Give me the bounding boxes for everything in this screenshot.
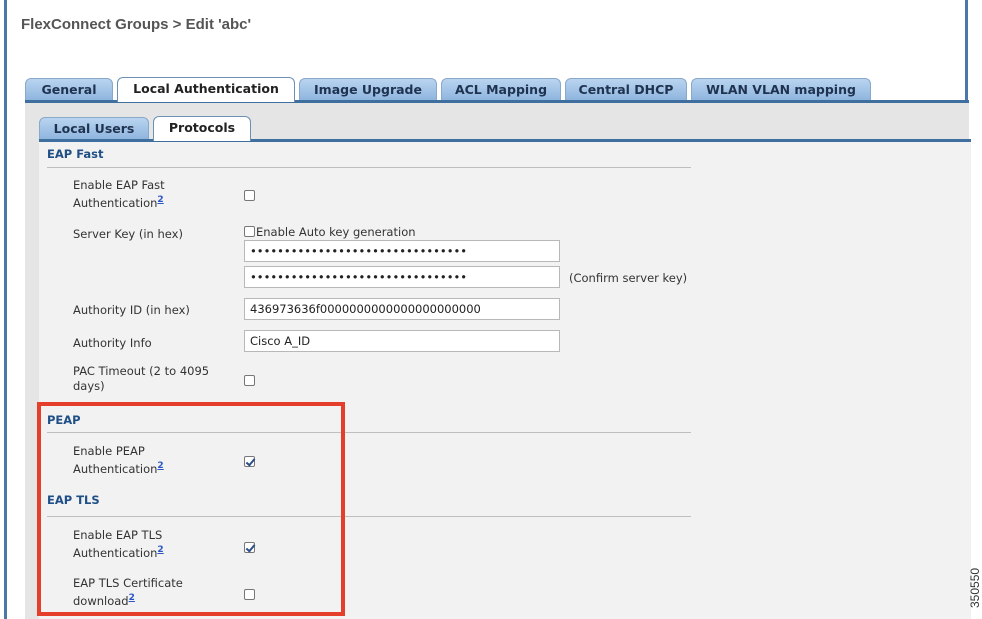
enable-eap-fast-checkbox[interactable] (244, 190, 255, 201)
auto-key-generation-label: Enable Auto key generation (256, 225, 416, 239)
footnote-link[interactable]: 2 (129, 593, 135, 603)
sub-tab-bar: Local Users Protocols (39, 116, 971, 142)
window-frame: FlexConnect Groups > Edit 'abc' General … (4, 0, 971, 619)
section-divider (47, 167, 691, 168)
subtab-protocols[interactable]: Protocols (153, 116, 251, 141)
eap-tls-certificate-label: EAP TLS Certificate download2 (73, 576, 183, 608)
enable-peap-checkbox[interactable] (244, 456, 255, 467)
authority-id-input[interactable]: 436973636f0000000000000000000000 (244, 298, 560, 320)
confirm-server-key-input[interactable]: •••••••••••••••••••••••••••••••• (244, 266, 560, 288)
tab-local-authentication[interactable]: Local Authentication (117, 77, 295, 102)
footnote-link[interactable]: 2 (157, 195, 163, 205)
main-tab-bar: General Local Authentication Image Upgra… (25, 77, 969, 103)
auto-key-generation-checkbox[interactable] (244, 226, 255, 237)
server-key-label: Server Key (in hex) (73, 227, 183, 241)
tab-panel: Local Users Protocols EAP Fast Enable EA… (25, 103, 971, 619)
enable-eap-tls-checkbox[interactable] (244, 542, 255, 553)
authority-info-input[interactable]: Cisco A_ID (244, 330, 560, 352)
server-key-input[interactable]: •••••••••••••••••••••••••••••••• (244, 240, 560, 262)
section-divider (47, 432, 691, 433)
pac-timeout-label: PAC Timeout (2 to 4095 days) (73, 364, 210, 393)
authority-id-label: Authority ID (in hex) (73, 303, 190, 317)
enable-peap-label: Enable PEAP Authentication2 (73, 444, 164, 476)
footnote-link[interactable]: 2 (157, 461, 163, 471)
section-divider (47, 516, 691, 517)
pac-timeout-checkbox[interactable] (244, 375, 255, 386)
tab-general[interactable]: General (25, 78, 113, 100)
eap-tls-certificate-checkbox[interactable] (244, 589, 255, 600)
tab-wlan-vlan-mapping[interactable]: WLAN VLAN mapping (691, 78, 871, 100)
tab-image-upgrade[interactable]: Image Upgrade (299, 78, 437, 100)
page-title: FlexConnect Groups > Edit 'abc' (21, 16, 252, 33)
section-heading-eap-tls: EAP TLS (47, 493, 100, 507)
subtab-local-users[interactable]: Local Users (39, 117, 149, 139)
confirm-server-key-label: (Confirm server key) (569, 271, 688, 285)
authority-info-label: Authority Info (73, 336, 152, 350)
protocols-content: EAP Fast Enable EAP Fast Authentication2… (39, 142, 971, 619)
footnote-link[interactable]: 2 (157, 545, 163, 555)
tab-acl-mapping[interactable]: ACL Mapping (441, 78, 561, 100)
tab-central-dhcp[interactable]: Central DHCP (565, 78, 687, 100)
section-heading-peap: PEAP (47, 413, 81, 427)
image-id-watermark: 350550 (968, 567, 982, 608)
enable-eap-fast-label: Enable EAP Fast Authentication2 (73, 178, 165, 210)
section-heading-eap-fast: EAP Fast (47, 147, 104, 161)
enable-eap-tls-label: Enable EAP TLS Authentication2 (73, 528, 164, 560)
